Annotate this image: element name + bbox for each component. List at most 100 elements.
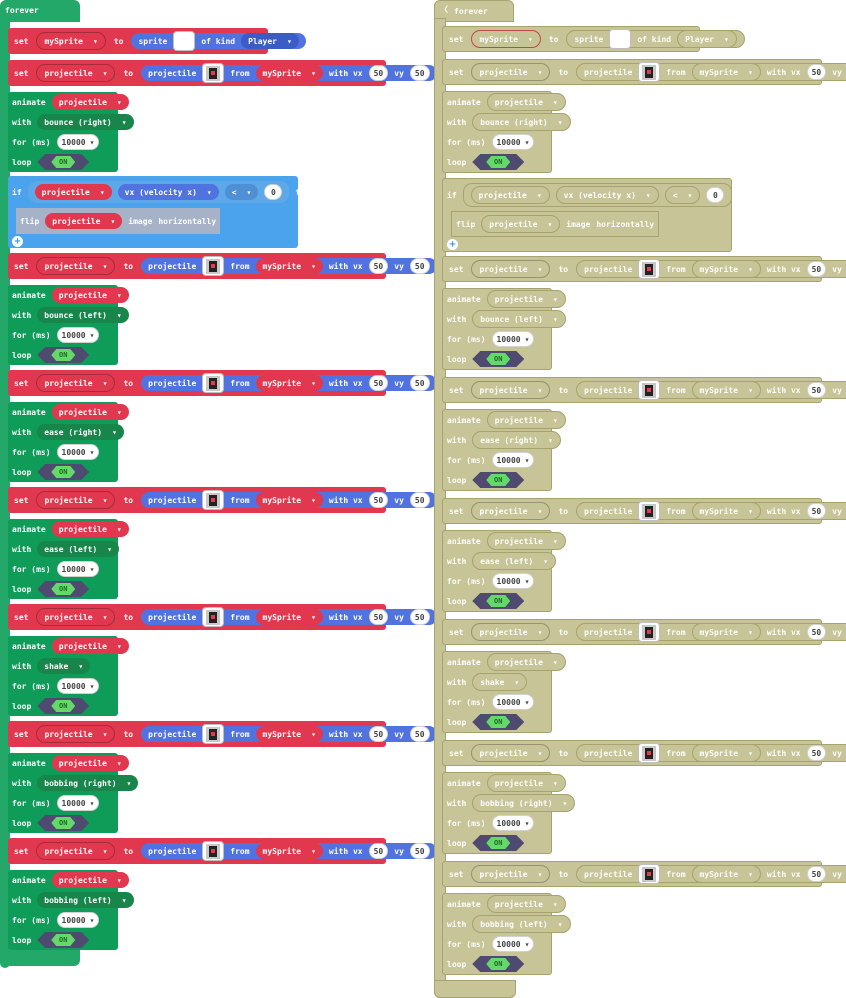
- projectile-image-picker[interactable]: [638, 501, 661, 521]
- duration-dropdown[interactable]: 10000: [56, 327, 100, 343]
- mysprite-variable-dropdown[interactable]: mySprite: [691, 502, 761, 520]
- flip-sprite-dropdown[interactable]: projectile: [481, 215, 561, 233]
- animation-type-dropdown[interactable]: ease (left): [472, 552, 557, 570]
- vx-input[interactable]: 50: [368, 258, 389, 274]
- loop-toggle[interactable]: ON: [472, 351, 524, 367]
- vx-input[interactable]: 50: [368, 375, 389, 391]
- loop-toggle[interactable]: ON: [472, 154, 524, 170]
- projectile-variable-dropdown[interactable]: projectile: [36, 64, 116, 82]
- projectile-variable-dropdown[interactable]: projectile: [36, 608, 116, 626]
- loop-toggle[interactable]: ON: [37, 154, 89, 170]
- forever-block[interactable]: forever: [0, 0, 80, 22]
- loop-toggle[interactable]: ON: [37, 932, 89, 948]
- projectile-from-sprite-block[interactable]: projectilefrommySpritewith vx50vy50: [141, 256, 437, 276]
- set-projectile-block[interactable]: set projectile to projectile from mySprite wit…: [8, 838, 437, 864]
- duration-dropdown[interactable]: 10000: [56, 444, 100, 460]
- operator-dropdown[interactable]: <: [224, 184, 259, 200]
- kind-dropdown[interactable]: Player: [677, 30, 737, 48]
- vy-input[interactable]: 50: [409, 609, 430, 625]
- animation-type-dropdown[interactable]: shake: [472, 673, 528, 691]
- vx-input[interactable]: 50: [806, 261, 827, 277]
- projectile-image-picker[interactable]: [202, 373, 225, 393]
- projectile-image-picker[interactable]: [638, 743, 661, 763]
- create-sprite-block[interactable]: sprite of kind Player: [566, 29, 745, 49]
- if-block[interactable]: if projectile vx (velocity x) <0 then flip pro…: [442, 178, 758, 252]
- animate-sprite-dropdown[interactable]: projectile: [486, 774, 566, 792]
- vx-input[interactable]: 50: [806, 866, 827, 882]
- projectile-from-sprite-block[interactable]: projectilefrommySpritewith vx50vy50: [141, 490, 437, 510]
- mysprite-variable-dropdown[interactable]: mySprite: [255, 726, 323, 742]
- animate-block[interactable]: animate projectile with bounce (left) for (m…: [8, 285, 129, 365]
- animation-type-dropdown[interactable]: bounce (right): [37, 114, 134, 130]
- animate-sprite-dropdown[interactable]: projectile: [51, 872, 129, 888]
- duration-dropdown[interactable]: 10000: [491, 815, 535, 831]
- projectile-from-sprite-block[interactable]: projectilefrommySpritewith vx50vy50: [576, 259, 846, 279]
- set-projectile-block[interactable]: set projectile to projectile from mySprite wit…: [442, 861, 846, 887]
- projectile-from-sprite-block[interactable]: projectilefrommySpritewith vx50vy50: [141, 373, 437, 393]
- if-block[interactable]: if projectile vx (velocity x) <0 then flip pro…: [8, 176, 315, 248]
- sprite-image-picker[interactable]: [173, 31, 196, 51]
- mysprite-variable-dropdown[interactable]: mySprite: [255, 492, 323, 508]
- duration-dropdown[interactable]: 10000: [491, 452, 535, 468]
- projectile-from-sprite-block[interactable]: projectilefrommySpritewith vx50vy50: [576, 62, 846, 82]
- animation-type-dropdown[interactable]: bobbing (left): [472, 915, 571, 933]
- mysprite-variable-dropdown[interactable]: mySprite: [691, 623, 761, 641]
- set-projectile-block[interactable]: set projectile to projectile from mySprite wit…: [442, 740, 846, 766]
- animate-block[interactable]: animate projectile with bobbing (right) for …: [442, 772, 576, 854]
- animate-block[interactable]: animate projectile with bounce (right) for (…: [442, 91, 571, 173]
- animation-type-dropdown[interactable]: ease (left): [37, 541, 120, 557]
- projectile-from-sprite-block[interactable]: projectilefrommySpritewith vx50vy50: [141, 63, 437, 83]
- projectile-variable-dropdown[interactable]: projectile: [471, 260, 551, 278]
- vx-input[interactable]: 50: [806, 745, 827, 761]
- loop-toggle-on[interactable]: ON: [51, 349, 75, 361]
- duration-dropdown[interactable]: 10000: [56, 912, 100, 928]
- loop-toggle-on[interactable]: ON: [486, 958, 510, 970]
- animate-sprite-dropdown[interactable]: projectile: [486, 411, 566, 429]
- animate-sprite-dropdown[interactable]: projectile: [486, 290, 566, 308]
- loop-toggle-on[interactable]: ON: [486, 353, 510, 365]
- mysprite-variable-dropdown[interactable]: mySprite: [691, 381, 761, 399]
- loop-toggle-on[interactable]: ON: [51, 466, 75, 478]
- animation-type-dropdown[interactable]: ease (right): [472, 431, 561, 449]
- animate-block[interactable]: animate projectile with bounce (right) for (…: [8, 92, 134, 172]
- flip-sprite-dropdown[interactable]: projectile: [45, 213, 123, 229]
- kind-dropdown[interactable]: Player: [241, 33, 299, 49]
- set-projectile-block[interactable]: set projectile to projectile from mySprite wit…: [442, 59, 846, 85]
- animate-block[interactable]: animate projectile with shake for (ms) 10000 l…: [8, 636, 129, 716]
- vx-input[interactable]: 50: [368, 609, 389, 625]
- animation-type-dropdown[interactable]: bobbing (left): [37, 892, 134, 908]
- projectile-variable-dropdown[interactable]: projectile: [471, 63, 551, 81]
- projectile-variable-dropdown[interactable]: projectile: [471, 744, 551, 762]
- animation-type-dropdown[interactable]: ease (right): [37, 424, 124, 440]
- set-projectile-block[interactable]: set projectile to projectile from mySprite wit…: [8, 60, 437, 86]
- duration-dropdown[interactable]: 10000: [56, 795, 100, 811]
- mysprite-variable-dropdown[interactable]: mySprite: [255, 843, 323, 859]
- animation-type-dropdown[interactable]: bounce (left): [37, 307, 129, 323]
- projectile-variable-dropdown[interactable]: projectile: [36, 842, 116, 860]
- mysprite-variable-dropdown[interactable]: mySprite: [36, 32, 106, 50]
- set-projectile-block[interactable]: set projectile to projectile from mySprite wit…: [8, 721, 437, 747]
- projectile-image-picker[interactable]: [638, 380, 661, 400]
- vx-input[interactable]: 50: [368, 492, 389, 508]
- loop-toggle-on[interactable]: ON: [486, 474, 510, 486]
- set-mysprite-block[interactable]: set mySprite to sprite of kind Player: [442, 26, 745, 52]
- animate-sprite-dropdown[interactable]: projectile: [51, 755, 129, 771]
- loop-toggle-on[interactable]: ON: [486, 716, 510, 728]
- flip-image-block[interactable]: flip projectile image horizontally: [16, 208, 221, 234]
- loop-toggle[interactable]: ON: [37, 347, 89, 363]
- animate-sprite-dropdown[interactable]: projectile: [51, 404, 129, 420]
- duration-dropdown[interactable]: 10000: [56, 678, 100, 694]
- projectile-from-sprite-block[interactable]: projectilefrommySpritewith vx50vy50: [141, 607, 437, 627]
- vy-input[interactable]: 50: [409, 726, 430, 742]
- projectile-image-picker[interactable]: [638, 622, 661, 642]
- loop-toggle-on[interactable]: ON: [51, 583, 75, 595]
- animation-type-dropdown[interactable]: bounce (right): [472, 113, 571, 131]
- projectile-variable-dropdown[interactable]: projectile: [471, 623, 551, 641]
- projectile-variable-dropdown[interactable]: projectile: [36, 374, 116, 392]
- loop-toggle[interactable]: ON: [472, 714, 524, 730]
- mysprite-variable-dropdown[interactable]: mySprite: [691, 865, 761, 883]
- loop-toggle[interactable]: ON: [472, 472, 524, 488]
- projectile-from-sprite-block[interactable]: projectilefrommySpritewith vx50vy50: [576, 380, 846, 400]
- projectile-image-picker[interactable]: [638, 259, 661, 279]
- loop-toggle-on[interactable]: ON: [486, 837, 510, 849]
